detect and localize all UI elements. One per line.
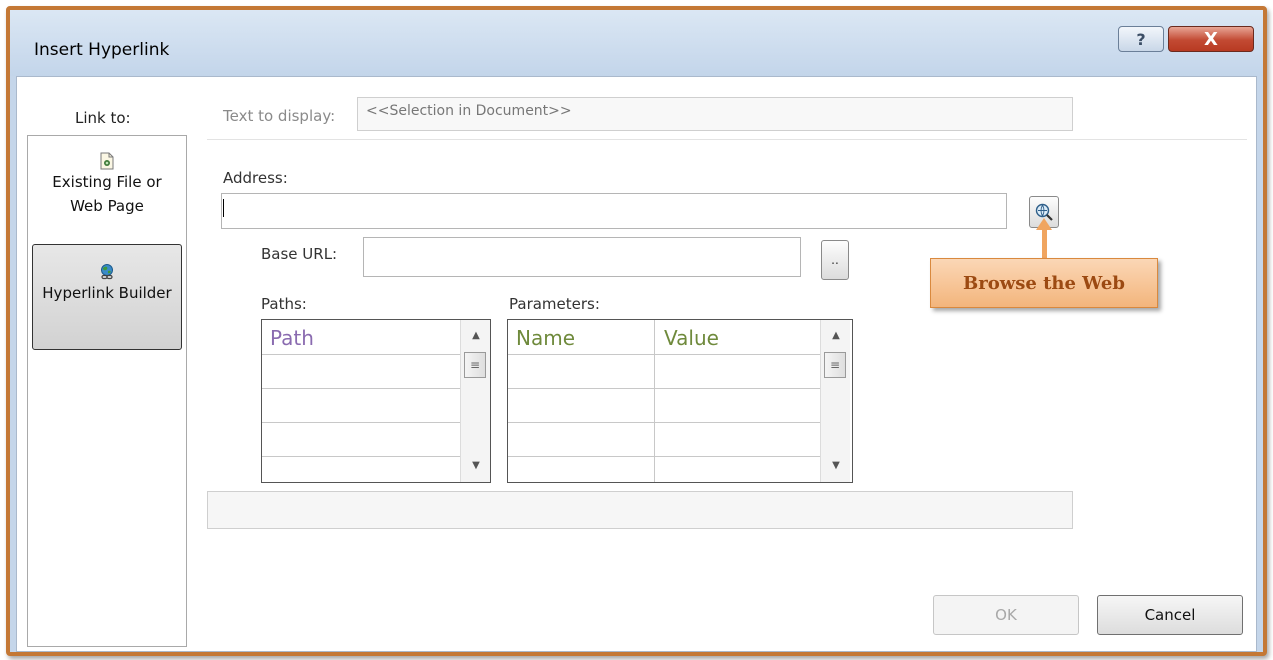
parameters-row-divider [508, 388, 820, 389]
existing-file-icon [100, 152, 114, 170]
dialog-title: Insert Hyperlink [34, 40, 170, 60]
cancel-button[interactable]: Cancel [1097, 595, 1243, 635]
link-to-existing-file[interactable]: Existing File or Web Page [32, 152, 182, 236]
existing-file-label-line1: Existing File or [52, 173, 162, 191]
browse-the-web-callout: Browse the Web [930, 258, 1158, 308]
paths-row-divider [262, 456, 460, 457]
parameters-row-divider [508, 422, 820, 423]
scroll-down-icon[interactable]: ▼ [821, 460, 851, 471]
help-button[interactable]: ? [1118, 26, 1164, 52]
parameters-scrollbar[interactable]: ▲ ≡ ▼ [820, 320, 850, 482]
value-column-header: Value [664, 326, 719, 350]
paths-label: Paths: [261, 295, 307, 313]
paths-scrollbar[interactable]: ▲ ≡ ▼ [460, 320, 490, 482]
hyperlink-builder-label: Hyperlink Builder [42, 284, 172, 302]
paths-row-divider [262, 422, 460, 423]
callout-arrow-stem [1042, 228, 1047, 258]
close-icon: X [1204, 28, 1218, 50]
close-button[interactable]: X [1168, 26, 1254, 52]
separator [207, 139, 1247, 140]
url-preview-bar [207, 491, 1073, 529]
title-bar: Insert Hyperlink ? X [10, 10, 1263, 76]
parameters-row-divider [508, 354, 820, 355]
paths-row-divider [262, 354, 460, 355]
scroll-up-icon[interactable]: ▲ [821, 330, 851, 341]
parameters-grid[interactable]: Name Value ▲ ≡ ▼ [507, 319, 853, 483]
base-url-browse-button[interactable]: .. [821, 240, 849, 280]
paths-grid[interactable]: Path ▲ ≡ ▼ [261, 319, 491, 483]
parameters-label: Parameters: [509, 295, 600, 313]
scroll-thumb[interactable]: ≡ [824, 352, 846, 378]
text-caret [223, 199, 224, 217]
paths-row-divider [262, 388, 460, 389]
existing-file-label-line2: Web Page [70, 197, 144, 215]
parameters-column-divider [654, 320, 655, 482]
globe-link-icon [101, 264, 113, 280]
text-to-display-label: Text to display: [223, 107, 336, 125]
link-to-hyperlink-builder[interactable]: Hyperlink Builder [32, 244, 182, 350]
link-to-panel: Existing File or Web Page Hyperlink Buil… [27, 135, 187, 647]
dialog-frame: Insert Hyperlink ? X Link to: Existing F… [6, 6, 1267, 656]
ellipsis-label: .. [831, 253, 839, 267]
scroll-down-icon[interactable]: ▼ [461, 460, 491, 471]
parameters-row-divider [508, 456, 820, 457]
help-icon: ? [1136, 29, 1146, 49]
link-to-label: Link to: [75, 109, 131, 127]
name-column-header: Name [516, 326, 576, 350]
dialog-body: Link to: Existing File or Web Page Hyper… [16, 76, 1257, 652]
base-url-label: Base URL: [261, 245, 338, 263]
scroll-up-icon[interactable]: ▲ [461, 330, 491, 341]
address-label: Address: [223, 169, 288, 187]
scroll-thumb[interactable]: ≡ [464, 352, 486, 378]
address-input[interactable] [221, 193, 1007, 229]
path-column-header: Path [270, 326, 314, 350]
text-to-display-input[interactable]: <<Selection in Document>> [357, 97, 1073, 131]
base-url-input[interactable] [363, 237, 801, 277]
ok-button[interactable]: OK [933, 595, 1079, 635]
